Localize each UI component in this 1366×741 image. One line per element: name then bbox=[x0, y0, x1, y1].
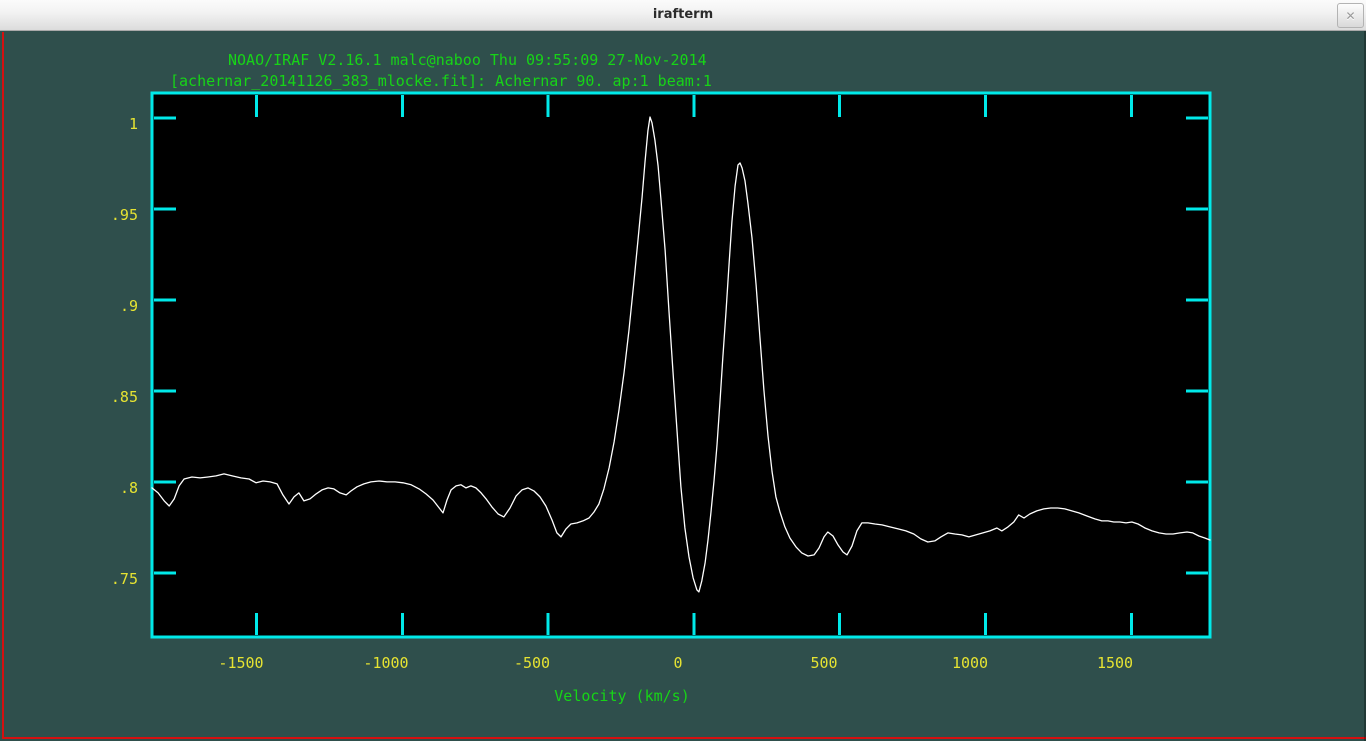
window-border-left bbox=[2, 32, 4, 738]
y-tick-label: .75 bbox=[40, 570, 138, 588]
spectrum-plot[interactable] bbox=[150, 91, 1212, 639]
x-tick-label: -1000 bbox=[341, 654, 431, 672]
window-border-bottom bbox=[2, 737, 1366, 739]
x-tick-label: 1500 bbox=[1070, 654, 1160, 672]
x-tick-label: 500 bbox=[779, 654, 869, 672]
irafterm-window: irafterm ✕ NOAO/IRAF V2.16.1 malc@naboo … bbox=[0, 0, 1366, 741]
y-tick-label: .85 bbox=[40, 388, 138, 406]
y-tick-label: 1 bbox=[40, 115, 138, 133]
y-tick-label: .95 bbox=[40, 206, 138, 224]
window-title: irafterm bbox=[0, 7, 1366, 22]
x-tick-label: 0 bbox=[633, 654, 723, 672]
y-tick-label: .8 bbox=[40, 479, 138, 497]
x-tick-label: -1500 bbox=[196, 654, 286, 672]
graphics-terminal-area: NOAO/IRAF V2.16.1 malc@naboo Thu 09:55:0… bbox=[0, 31, 1366, 741]
x-tick-label: -500 bbox=[487, 654, 577, 672]
close-icon: ✕ bbox=[1345, 10, 1355, 22]
title-bar[interactable]: irafterm ✕ bbox=[0, 0, 1366, 31]
y-tick-label: .9 bbox=[40, 297, 138, 315]
x-tick-label: 1000 bbox=[925, 654, 1015, 672]
plot-header-line2: [achernar_20141126_383_mlocke.fit]: Ache… bbox=[170, 72, 712, 90]
x-axis-title: Velocity (km/s) bbox=[522, 687, 722, 705]
plot-header-line1: NOAO/IRAF V2.16.1 malc@naboo Thu 09:55:0… bbox=[228, 51, 707, 69]
close-button[interactable]: ✕ bbox=[1337, 3, 1364, 28]
